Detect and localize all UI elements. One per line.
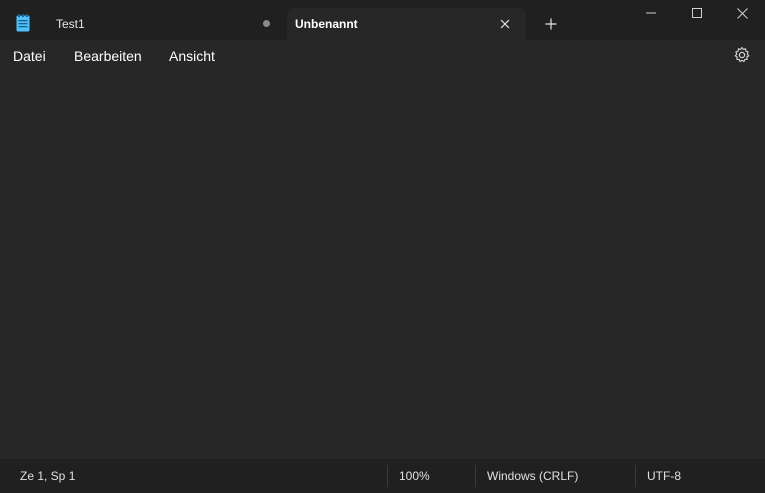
tab-label: Unbenannt [295,17,358,31]
maximize-button[interactable] [674,0,720,26]
menu-ansicht[interactable]: Ansicht [169,48,215,64]
settings-button[interactable] [733,46,751,64]
menu-datei[interactable]: Datei [13,48,46,64]
minimize-button[interactable] [628,0,674,26]
tab-test1[interactable]: Test1 [44,8,284,40]
close-icon [736,7,748,19]
title-bar: Test1 Unbenannt [0,0,765,40]
close-tab-button[interactable] [495,14,515,34]
plus-icon [545,18,557,30]
new-tab-button[interactable] [540,13,562,35]
status-divider [635,465,636,487]
line-ending[interactable]: Windows (CRLF) [487,469,578,483]
close-window-button[interactable] [719,0,765,26]
maximize-icon [692,8,702,18]
cursor-position: Ze 1, Sp 1 [20,469,76,483]
encoding[interactable]: UTF-8 [647,469,681,483]
tab-label: Test1 [56,17,85,31]
close-icon [500,19,510,29]
menu-bearbeiten[interactable]: Bearbeiten [74,48,142,64]
status-divider [387,465,388,487]
unsaved-indicator [263,20,270,27]
menu-bar: Datei Bearbeiten Ansicht [0,40,765,72]
tab-unbenannt[interactable]: Unbenannt [287,8,526,40]
text-editor-area[interactable] [0,72,765,459]
gear-icon [734,46,750,63]
notepad-window: Test1 Unbenannt Datei Bearbeiten Ansicht… [0,0,765,493]
notepad-icon [16,14,30,32]
zoom-level[interactable]: 100% [399,469,430,483]
status-divider [475,465,476,487]
minimize-icon [646,12,656,14]
status-bar: Ze 1, Sp 1 100% Windows (CRLF) UTF-8 [0,459,765,493]
